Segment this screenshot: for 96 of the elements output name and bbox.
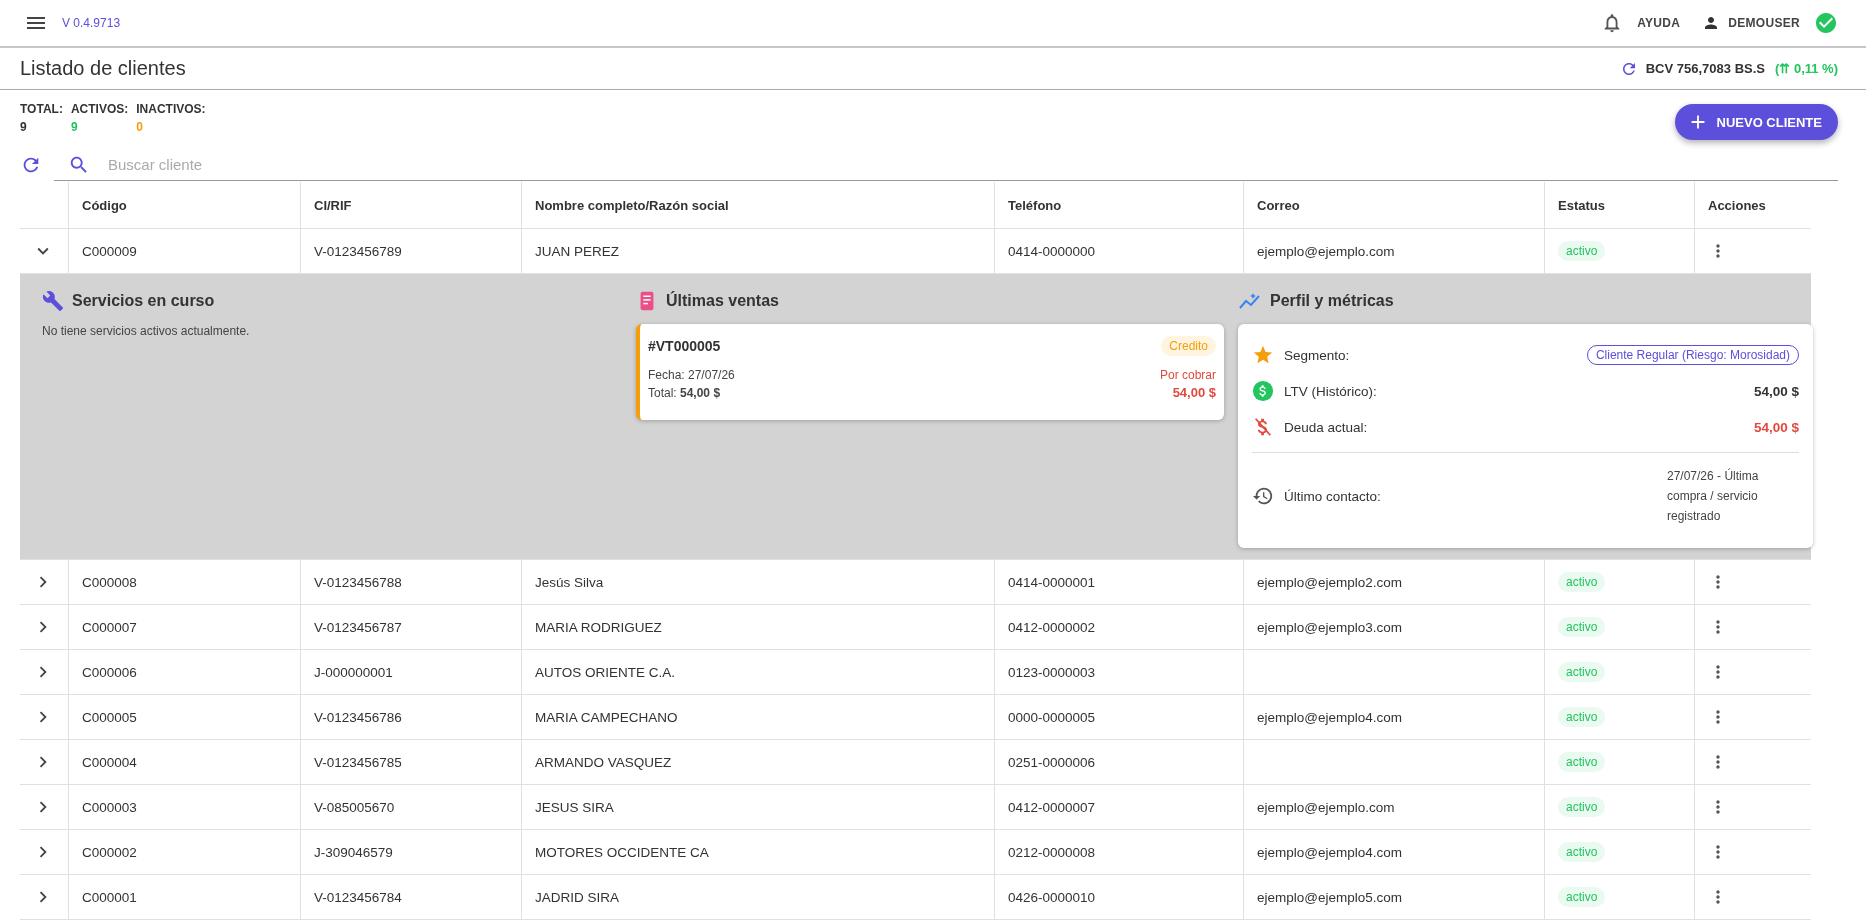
- table-cell: V-0123456788: [314, 574, 402, 590]
- table-cell: MARIA CAMPECHANO: [535, 709, 678, 725]
- sale-amount: 54,00 $: [1172, 385, 1216, 400]
- status-tag: activo: [1558, 617, 1606, 637]
- table-cell: MOTORES OCCIDENTE CA: [535, 844, 709, 860]
- table-cell: 0414-0000001: [1008, 574, 1096, 590]
- table-cell: ejemplo@ejemplo.com: [1257, 799, 1395, 815]
- column-header: Nombre completo/Razón social: [535, 197, 729, 213]
- table-cell: J-000000001: [314, 664, 393, 680]
- exchange-rate: BCV 756,7083 BS.S: [1645, 61, 1765, 76]
- table-cell: 0123-0000003: [1008, 664, 1096, 680]
- table-cell: C000007: [82, 619, 137, 635]
- sale-total: Total: 54,00 $: [648, 385, 721, 400]
- crossed-dollar-icon: [1252, 416, 1274, 438]
- payment-state: Por cobrar: [1159, 368, 1216, 382]
- metric-value: 54,00 $: [1753, 383, 1799, 399]
- table-cell: JUAN PEREZ: [535, 243, 619, 259]
- table-cell: MARIA RODRIGUEZ: [535, 619, 662, 635]
- table-cell: C000002: [82, 844, 137, 860]
- table-cell: C000009: [82, 243, 137, 259]
- column-header: Código: [82, 197, 127, 213]
- column-header: CI/RIF: [314, 197, 352, 213]
- table-cell: ejemplo@ejemplo2.com: [1257, 574, 1403, 590]
- table-cell: ejemplo@ejemplo4.com: [1257, 844, 1403, 860]
- stat-label: ACTIVOS:: [70, 102, 129, 116]
- section-title: Perfil y métricas: [1270, 292, 1394, 310]
- user-menu-button[interactable]: DEMOUSER: [1702, 14, 1800, 32]
- stat-value: 9: [70, 120, 79, 134]
- star-icon: [1252, 344, 1274, 366]
- table-cell: 0212-0000008: [1008, 844, 1096, 860]
- metric-label: Segmento:: [1284, 347, 1351, 363]
- table-cell: 0000-0000005: [1008, 709, 1096, 725]
- metric-value: 27/07/26 - Última compra / servicio registrado: [1667, 467, 1760, 525]
- status-tag: activo: [1558, 241, 1606, 261]
- dollar-circle-icon: [1252, 380, 1274, 402]
- table-cell: ejemplo@ejemplo4.com: [1257, 709, 1403, 725]
- status-tag: activo: [1558, 572, 1606, 592]
- sale-date: Fecha: 27/07/26: [648, 368, 735, 382]
- status-tag: activo: [1558, 752, 1606, 772]
- page-title: Listado de clientes: [20, 57, 187, 80]
- empty-message: No tiene servicios activos actualmente.: [42, 324, 251, 338]
- table-cell: V-0123456786: [314, 709, 402, 725]
- table-cell: ARMANDO VASQUEZ: [535, 754, 672, 770]
- table-cell: 0412-0000007: [1008, 799, 1096, 815]
- table-cell: V-0123456785: [314, 754, 402, 770]
- table-cell: V-0123456789: [314, 243, 402, 259]
- status-tag: activo: [1558, 797, 1606, 817]
- table-cell: JESUS SIRA: [535, 799, 614, 815]
- table-cell: C000006: [82, 664, 137, 680]
- metric-label: Último contacto:: [1284, 488, 1382, 504]
- table-cell: JADRID SIRA: [535, 889, 619, 905]
- table-cell: C000004: [82, 754, 137, 770]
- sale-number: #VT000005: [648, 338, 721, 354]
- wrench-icon: [42, 290, 64, 312]
- section-title: Últimas ventas: [666, 292, 779, 310]
- metric-value: 54,00 $: [1753, 419, 1799, 435]
- stat-label: INACTIVOS:: [136, 102, 206, 116]
- stat-label: TOTAL:: [20, 102, 63, 116]
- table-cell: Jesús Silva: [535, 574, 604, 590]
- table-cell: 0426-0000010: [1008, 889, 1096, 905]
- table-cell: 0251-0000006: [1008, 754, 1096, 770]
- stat-value: 0: [136, 120, 144, 134]
- column-header: Estatus: [1558, 197, 1605, 213]
- table-cell: C000005: [82, 709, 137, 725]
- column-header: Correo: [1257, 197, 1300, 213]
- rate-change: (⇈ 0,11 %): [1774, 61, 1838, 76]
- version-label: V 0.4.9713: [62, 16, 121, 30]
- column-header: Teléfono: [1008, 197, 1062, 213]
- table-cell: AUTOS ORIENTE C.A.: [535, 664, 676, 680]
- stat-value: 9: [20, 120, 28, 134]
- table-cell: ejemplo@ejemplo3.com: [1257, 619, 1403, 635]
- column-header: Acciones: [1708, 197, 1766, 213]
- help-button[interactable]: AYUDA: [1637, 16, 1681, 30]
- table-cell: V-0123456784: [314, 889, 402, 905]
- table-cell: C000008: [82, 574, 137, 590]
- table-cell: J-309046579: [314, 844, 393, 860]
- history-icon: [1252, 485, 1274, 507]
- sale-card[interactable]: #VT000005 Credito Fecha: 27/07/26 Por cobrar Total: 54,00 $ 54,00 $: [636, 324, 1224, 420]
- table-cell: C000001: [82, 889, 137, 905]
- table-cell: V-0123456787: [314, 619, 402, 635]
- metric-label: LTV (Histórico):: [1284, 383, 1378, 399]
- section-title: Servicios en curso: [72, 292, 215, 310]
- status-tag: activo: [1558, 707, 1606, 727]
- table-cell: C000003: [82, 799, 137, 815]
- status-tag: activo: [1558, 842, 1606, 862]
- search-field[interactable]: Buscar cliente: [106, 155, 1838, 174]
- table-cell: V-085005670: [314, 799, 395, 815]
- new-client-button[interactable]: NUEVO CLIENTE: [1674, 104, 1838, 140]
- table-cell: 0412-0000002: [1008, 619, 1096, 635]
- table-cell: ejemplo@ejemplo.com: [1257, 243, 1395, 259]
- table-cell: 0414-0000000: [1008, 243, 1096, 259]
- metric-label: Deuda actual:: [1284, 419, 1369, 435]
- status-tag: activo: [1558, 887, 1606, 907]
- payment-tag: Credito: [1161, 336, 1216, 356]
- status-tag: activo: [1558, 662, 1606, 682]
- table-cell: ejemplo@ejemplo5.com: [1257, 889, 1403, 905]
